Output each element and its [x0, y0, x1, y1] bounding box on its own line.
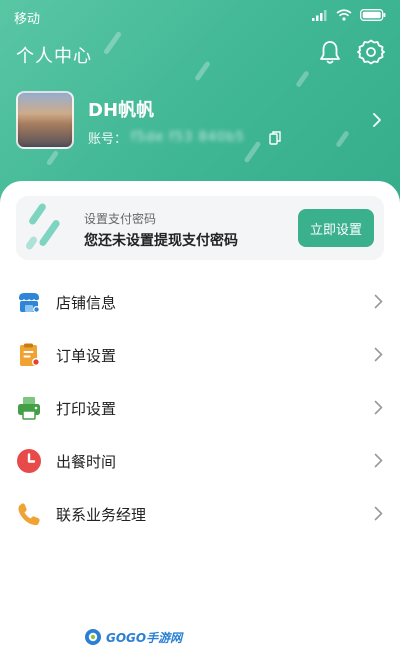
decorative-streak	[295, 70, 310, 88]
watermark-logo-icon	[85, 629, 101, 645]
store-icon	[19, 293, 40, 313]
gear-icon[interactable]	[357, 38, 385, 66]
menu-item-contact-manager[interactable]: 联系业务经理	[0, 488, 400, 540]
payment-card-title: 您还未设置提现支付密码	[84, 233, 238, 249]
chevron-right-icon	[374, 294, 383, 309]
chevron-right-icon	[374, 453, 383, 468]
printer-icon	[18, 397, 40, 420]
menu-item-label: 出餐时间	[56, 453, 117, 471]
phone-icon	[18, 503, 40, 526]
decorative-streak	[102, 30, 123, 56]
clock-icon	[17, 449, 41, 473]
avatar[interactable]	[16, 91, 74, 149]
menu-item-print-settings[interactable]: 打印设置	[0, 382, 400, 434]
signal-icon	[312, 10, 327, 21]
page-title: 个人中心	[16, 46, 92, 67]
decorative-streak	[335, 130, 350, 148]
profile-chevron-right-icon[interactable]	[372, 112, 382, 128]
decorative-streak	[45, 150, 60, 166]
account-row: 账号： f5de f53 840b5	[88, 128, 281, 147]
carrier-label: 移动	[14, 12, 41, 27]
menu-item-label: 联系业务经理	[56, 506, 147, 524]
wifi-icon	[336, 9, 352, 21]
account-label: 账号：	[88, 132, 128, 147]
order-clipboard-icon	[20, 343, 40, 366]
bell-icon[interactable]	[316, 38, 344, 66]
status-icons	[312, 9, 386, 21]
account-value: f5de f53 840b5	[131, 130, 245, 145]
menu-item-serving-time[interactable]: 出餐时间	[0, 435, 400, 487]
user-name: DH帆帆	[88, 100, 155, 121]
menu-item-label: 店铺信息	[56, 294, 117, 312]
menu-item-order-settings[interactable]: 订单设置	[0, 329, 400, 381]
payment-card-subtitle: 设置支付密码	[84, 212, 157, 226]
watermark-text: GOGO手游网	[106, 630, 183, 645]
card-decoration	[38, 218, 61, 248]
card-decoration	[27, 202, 48, 226]
battery-icon	[360, 9, 386, 21]
menu-item-label: 打印设置	[56, 400, 117, 418]
menu-item-label: 订单设置	[56, 347, 117, 365]
chevron-right-icon	[374, 347, 383, 362]
copy-icon[interactable]	[269, 130, 281, 145]
card-decoration	[24, 235, 39, 251]
decorative-streak	[194, 60, 211, 82]
watermark: GOGO手游网	[84, 628, 182, 646]
status-bar: 移动	[0, 0, 400, 30]
chevron-right-icon	[374, 400, 383, 415]
set-now-button[interactable]: 立即设置	[298, 209, 374, 247]
menu-item-store-info[interactable]: 店铺信息	[0, 276, 400, 328]
payment-password-card: 设置支付密码 您还未设置提现支付密码 立即设置	[16, 196, 384, 260]
chevron-right-icon	[374, 506, 383, 521]
